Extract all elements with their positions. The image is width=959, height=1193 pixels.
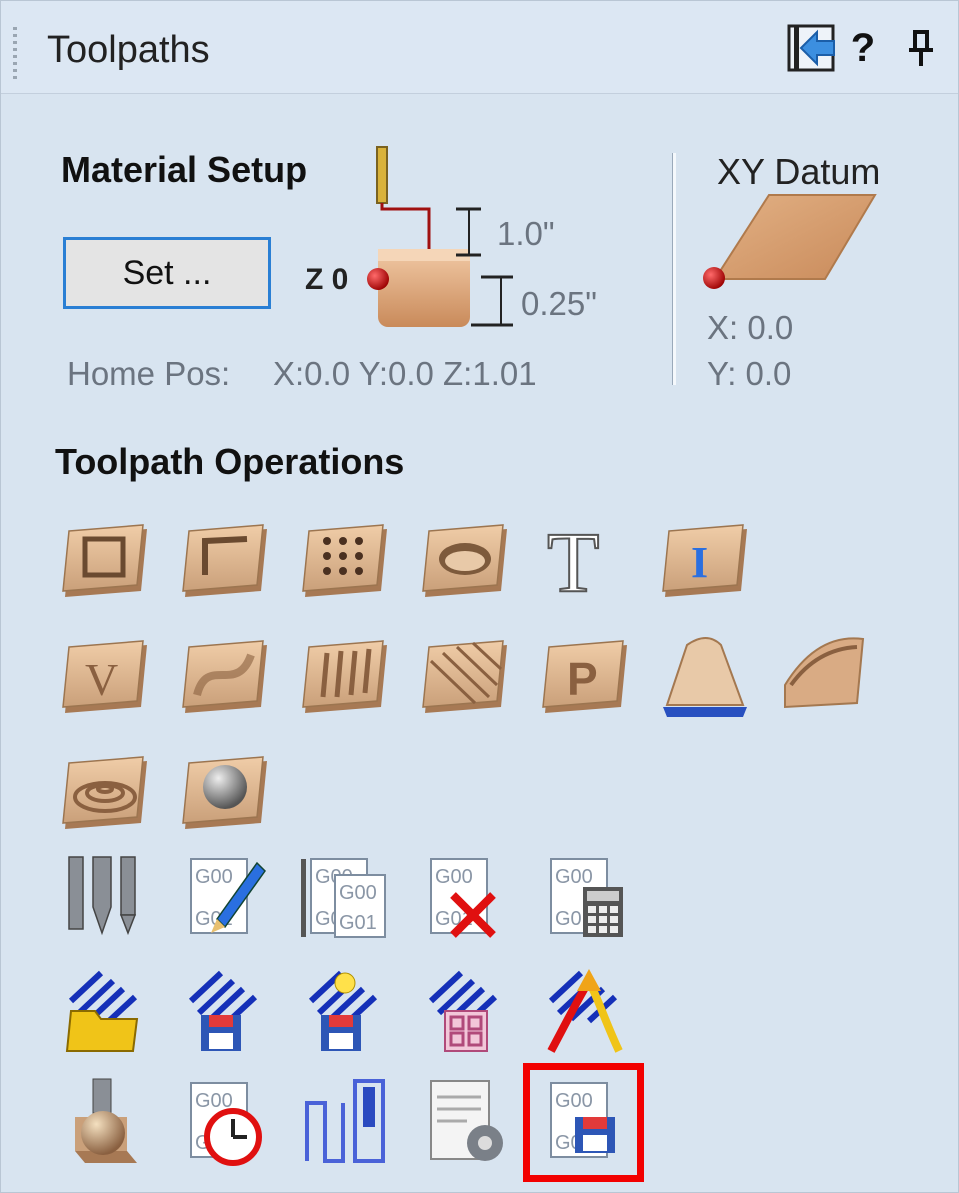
3d-roughing-toolpath-icon[interactable]: [177, 625, 273, 725]
svg-text:G01: G01: [339, 912, 377, 934]
home-pos-label: Home Pos:: [67, 355, 231, 392]
svg-text:G00: G00: [339, 882, 377, 904]
auto-hide-arrow-icon[interactable]: [785, 23, 841, 73]
tool-database-icon[interactable]: [57, 849, 153, 949]
datum-y-value: Y: 0.0: [707, 355, 792, 392]
prism-carve-toolpath-icon[interactable]: P: [537, 625, 633, 725]
svg-text:P: P: [567, 653, 598, 705]
merge-toolpaths-icon[interactable]: G00 G01 G00 G01: [297, 849, 393, 949]
section-divider: [672, 153, 676, 385]
xy-datum-diagram[interactable]: [697, 191, 887, 291]
inlay-toolpath-icon[interactable]: I: [657, 509, 753, 609]
estimate-time-icon[interactable]: G00 G01: [177, 1073, 273, 1173]
svg-text:G00: G00: [195, 866, 233, 888]
material-setup-heading: Material Setup: [61, 149, 308, 190]
tool-bit-icon: [376, 146, 388, 204]
datum-x-value: X: 0.0: [707, 309, 794, 346]
chamfer-toolpath-icon[interactable]: [777, 625, 873, 725]
pin-icon[interactable]: [901, 23, 941, 73]
drilling-toolpath-icon[interactable]: [297, 509, 393, 609]
delete-toolpath-icon[interactable]: G00 G01: [417, 849, 513, 949]
svg-text:G00: G00: [435, 866, 473, 888]
moulding-toolpath-icon[interactable]: [657, 625, 753, 725]
svg-text:G00: G00: [555, 866, 593, 888]
save-template-icon[interactable]: [177, 961, 273, 1061]
xy-datum-heading: XY Datum: [717, 151, 881, 192]
clearance-value: 1.0": [497, 215, 555, 252]
visible-toolpaths-icon[interactable]: [297, 1073, 393, 1173]
svg-text:T: T: [547, 514, 600, 609]
2d-profile-ripple-icon[interactable]: [57, 741, 153, 841]
panel-title: Toolpaths: [47, 29, 210, 71]
toolpaths-panel: Toolpaths ? Material Setup Set ... Z 0 1…: [0, 0, 959, 1193]
texture-toolpath-icon[interactable]: T: [537, 509, 633, 609]
preview-toolpath-icon[interactable]: [57, 1073, 153, 1173]
thickness-value: 0.25": [521, 285, 597, 322]
fluting-toolpath-icon[interactable]: [297, 625, 393, 725]
3d-sphere-toolpath-icon[interactable]: [177, 741, 273, 841]
selection-highlight: [523, 1063, 644, 1182]
pocket-toolpath-icon[interactable]: [177, 509, 273, 609]
3d-finishing-toolpath-icon[interactable]: [417, 625, 513, 725]
open-template-icon[interactable]: [57, 961, 153, 1061]
set-material-button[interactable]: Set ...: [63, 237, 271, 309]
panel-titlebar: Toolpaths ?: [1, 1, 958, 94]
drag-grip-icon[interactable]: [13, 27, 17, 83]
toolpath-calculator-icon[interactable]: G00 G01: [537, 849, 633, 949]
edit-gcode-icon[interactable]: G00 G01: [177, 849, 273, 949]
v-carve-toolpath-icon[interactable]: V: [57, 625, 153, 725]
template-wizard-icon[interactable]: [297, 961, 393, 1061]
svg-text:I: I: [691, 538, 708, 587]
toolpath-operations-heading: Toolpath Operations: [55, 441, 405, 482]
toolpath-ramp-icon[interactable]: [537, 961, 633, 1061]
profile-toolpath-icon[interactable]: [57, 509, 153, 609]
toolpath-tiling-icon[interactable]: [417, 961, 513, 1061]
help-button[interactable]: ?: [847, 23, 879, 73]
postprocessor-settings-icon[interactable]: [417, 1073, 513, 1173]
svg-text:V: V: [85, 654, 118, 705]
home-pos-value: X:0.0 Y:0.0 Z:1.01: [273, 355, 537, 392]
quick-engrave-toolpath-icon[interactable]: [417, 509, 513, 609]
z-zero-label: Z 0: [305, 263, 349, 296]
